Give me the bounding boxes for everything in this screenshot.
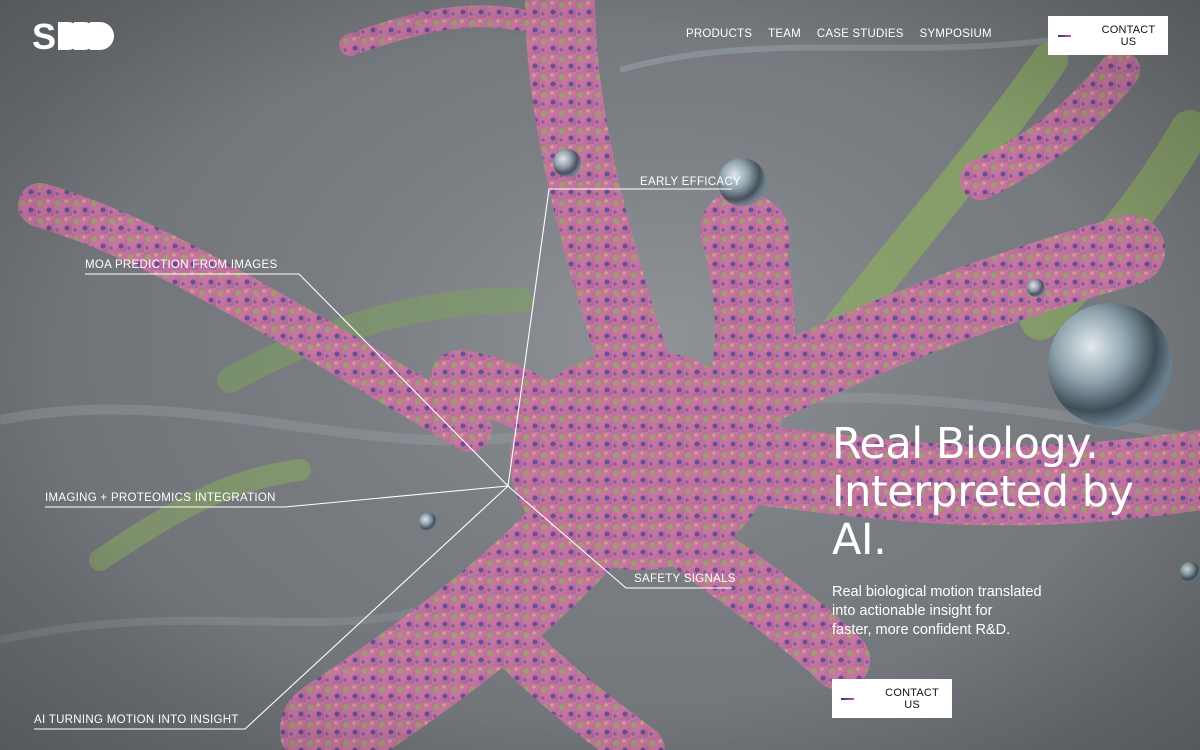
nav-link-case-studies[interactable]: CASE STUDIES xyxy=(817,28,904,40)
nav-link-team[interactable]: TEAM xyxy=(768,28,801,40)
headline-line: Real Biology. xyxy=(832,419,1099,469)
hero-headline: Real Biology. Interpreted by AI. xyxy=(832,420,1172,564)
gradient-dash-icon xyxy=(841,697,855,700)
subtitle-line: Real biological motion translated xyxy=(832,584,1042,600)
hero-section: S PRODUCTS TEAM CASE STUDIES SYMPOSIUM C… xyxy=(0,0,1200,750)
header-contact-label: CONTACT US xyxy=(1101,23,1156,48)
s-logo-icon[interactable]: S xyxy=(32,18,116,54)
annotation-moa-prediction: MOA PREDICTION FROM IMAGES xyxy=(85,259,278,271)
nav-link-symposium[interactable]: SYMPOSIUM xyxy=(920,28,992,40)
hero-contact-label: CONTACT US xyxy=(885,686,939,711)
annotation-safety-signals: SAFETY SIGNALS xyxy=(634,573,736,585)
nav-link-products[interactable]: PRODUCTS xyxy=(686,28,752,40)
hero-subtitle: Real biological motion translated into a… xyxy=(832,583,1082,640)
logo-letter: S xyxy=(32,18,56,54)
headline-line: AI. xyxy=(832,515,887,565)
gradient-dash-icon xyxy=(1058,34,1071,37)
subtitle-line: faster, more confident R&D. xyxy=(832,622,1011,638)
header-contact-button[interactable]: CONTACT US xyxy=(1048,16,1168,55)
annotation-imaging-proteomics: IMAGING + PROTEOMICS INTEGRATION xyxy=(45,492,276,504)
annotation-ai-motion: AI TURNING MOTION INTO INSIGHT xyxy=(34,714,239,726)
headline-line: Interpreted by xyxy=(832,467,1134,517)
hero-contact-button[interactable]: CONTACT US xyxy=(832,679,952,718)
main-nav: PRODUCTS TEAM CASE STUDIES SYMPOSIUM xyxy=(686,28,992,40)
annotation-early-efficacy: EARLY EFFICACY xyxy=(640,176,741,188)
subtitle-line: into actionable insight for xyxy=(832,603,993,619)
